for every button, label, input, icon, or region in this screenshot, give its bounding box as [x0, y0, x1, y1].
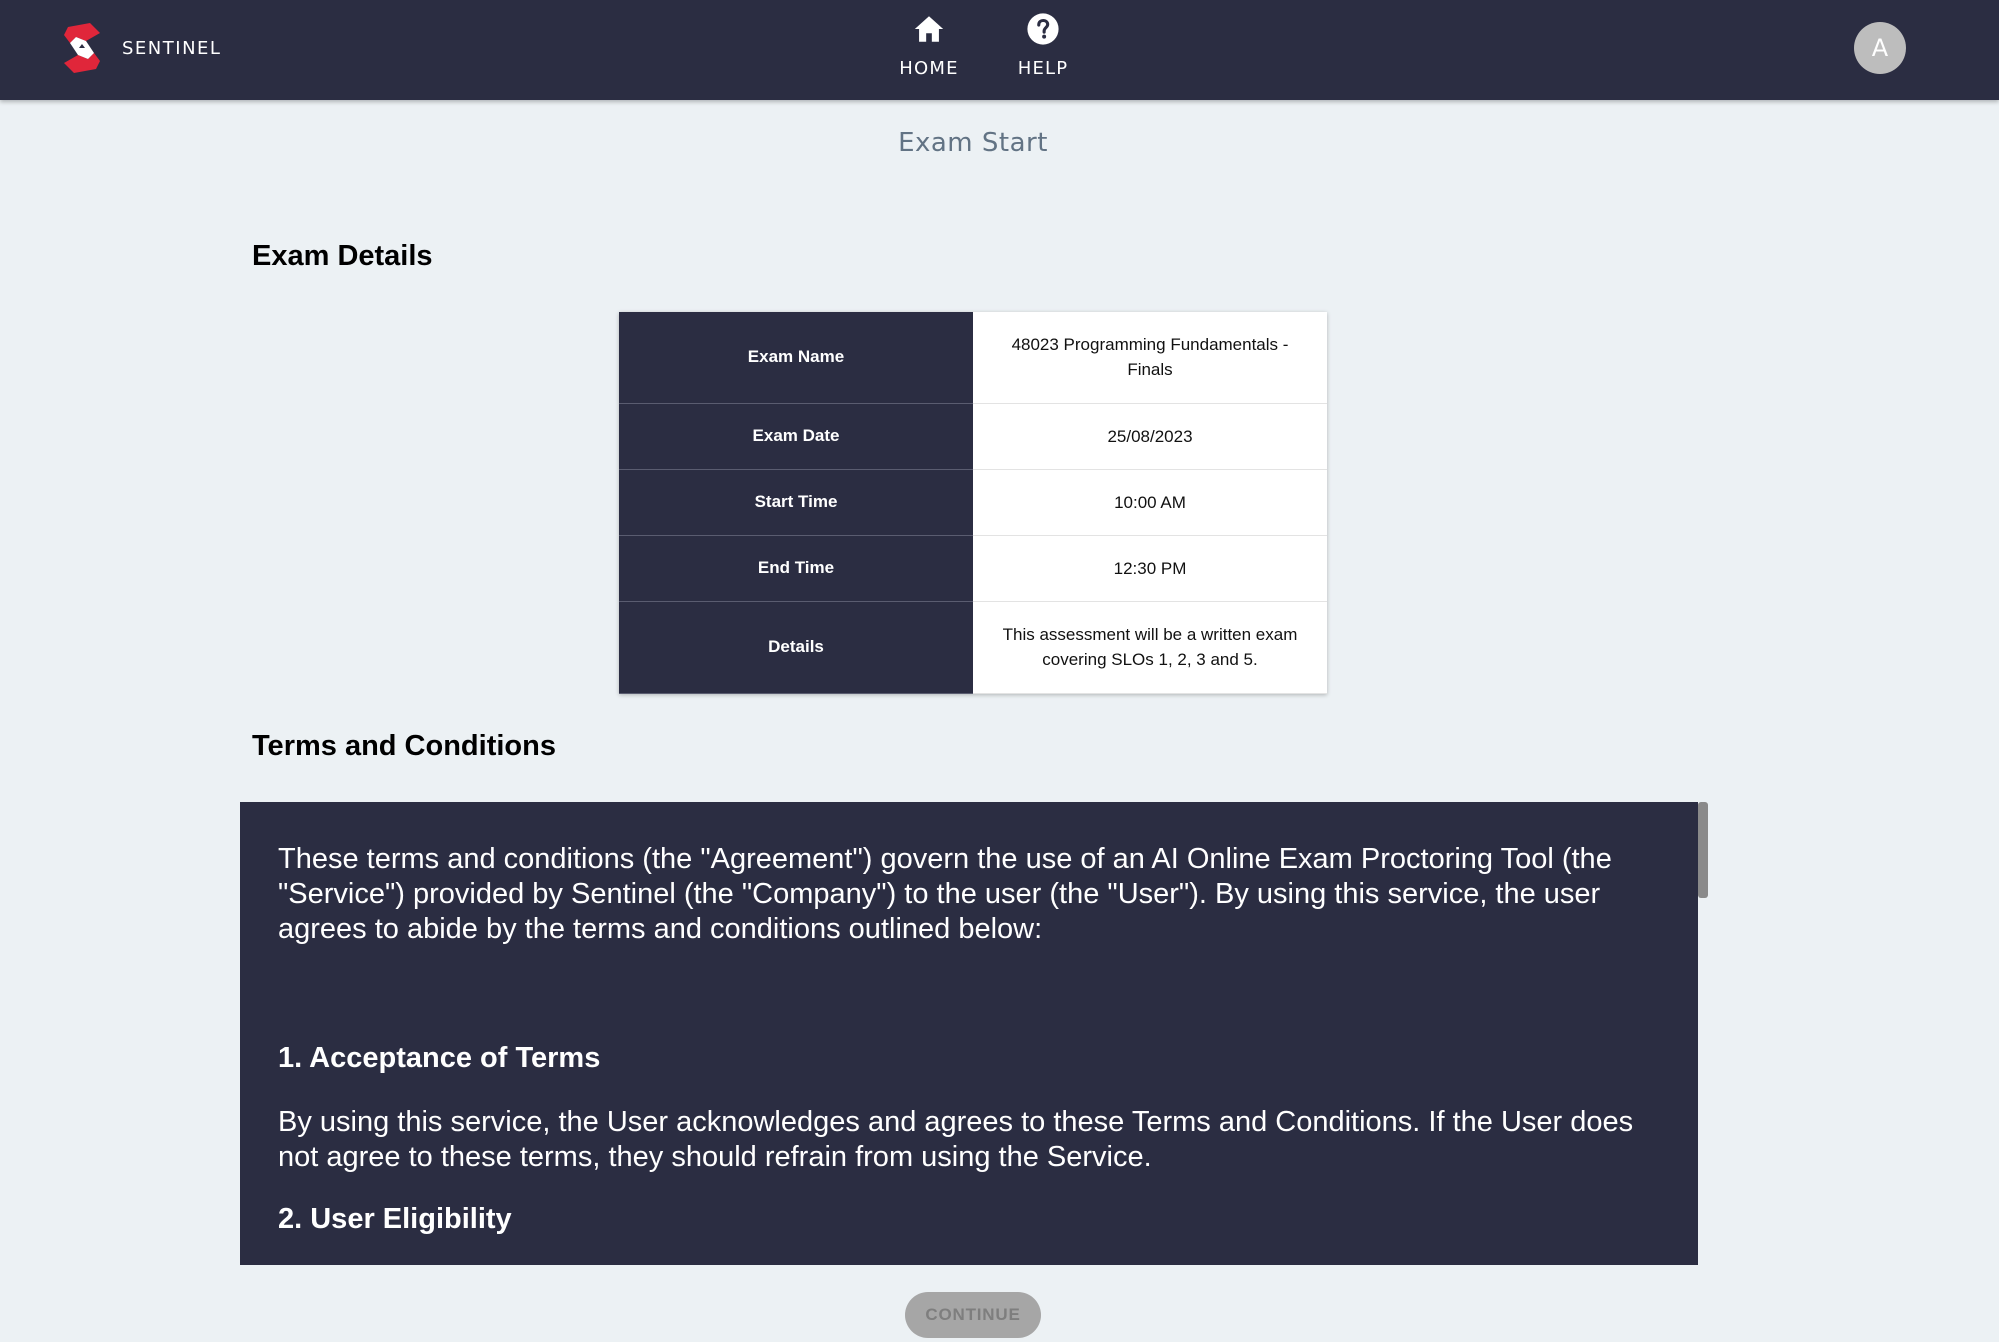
- nav-help-label: HELP: [1017, 58, 1069, 79]
- row-label: End Time: [619, 535, 973, 602]
- nav-home[interactable]: HOME: [884, 10, 974, 86]
- terms-scrollbar-thumb[interactable]: [1698, 802, 1708, 898]
- brand[interactable]: SENTINEL: [60, 20, 221, 76]
- row-value: 10:00 AM: [973, 469, 1327, 536]
- terms-scroll-area[interactable]: These terms and conditions (the "Agreeme…: [240, 802, 1698, 1265]
- table-row: Exam Date 25/08/2023: [619, 403, 1327, 470]
- terms-section-title: 2. User Eligibility: [278, 1203, 512, 1235]
- top-navbar: SENTINEL HOME HELP A: [0, 0, 1999, 100]
- exam-details-table: Exam Name 48023 Programming Fundamentals…: [619, 312, 1327, 694]
- nav-home-label: HOME: [899, 58, 959, 79]
- sentinel-logo-icon: [64, 23, 100, 73]
- row-value: This assessment will be a written exam c…: [973, 601, 1327, 694]
- row-label: Details: [619, 601, 973, 694]
- help-icon: [1027, 13, 1059, 45]
- terms-heading: Terms and Conditions: [252, 730, 556, 762]
- row-value: 25/08/2023: [973, 403, 1327, 470]
- brand-name: SENTINEL: [122, 37, 222, 59]
- table-row: Details This assessment will be a writte…: [619, 601, 1327, 694]
- home-icon: [914, 16, 944, 42]
- table-row: Start Time 10:00 AM: [619, 469, 1327, 536]
- terms-content: These terms and conditions (the "Agreeme…: [240, 802, 1698, 1236]
- row-label: Exam Name: [619, 312, 973, 404]
- row-label: Start Time: [619, 469, 973, 536]
- row-value: 48023 Programming Fundamentals - Finals: [973, 312, 1327, 404]
- terms-section-text: By using this service, the User acknowle…: [278, 1106, 1634, 1173]
- row-label: Exam Date: [619, 403, 973, 470]
- table-row: Exam Name 48023 Programming Fundamentals…: [619, 312, 1327, 404]
- table-row: End Time 12:30 PM: [619, 535, 1327, 602]
- row-value: 12:30 PM: [973, 535, 1327, 602]
- continue-button[interactable]: CONTINUE: [905, 1292, 1041, 1338]
- avatar[interactable]: A: [1854, 22, 1906, 74]
- nav-help[interactable]: HELP: [998, 10, 1088, 86]
- terms-intro: These terms and conditions (the "Agreeme…: [278, 843, 1612, 945]
- terms-section-title: 1. Acceptance of Terms: [278, 1042, 601, 1074]
- page-title: Exam Start: [898, 128, 1048, 158]
- exam-details-heading: Exam Details: [252, 240, 433, 272]
